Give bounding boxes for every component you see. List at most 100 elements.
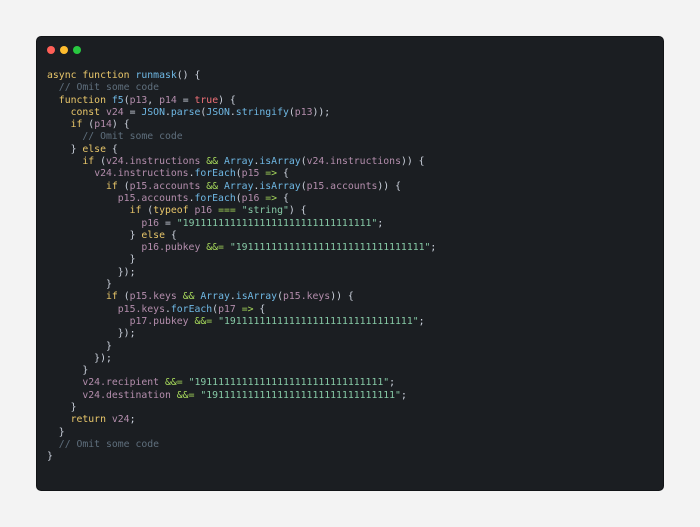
code-window: async function runmask() { // Omit some … bbox=[37, 37, 663, 490]
code-line: } bbox=[47, 402, 436, 414]
code-token: } bbox=[47, 340, 112, 352]
code-token: &&= bbox=[194, 315, 213, 327]
code-token: => bbox=[265, 168, 278, 180]
code-token: && bbox=[206, 156, 219, 168]
code-token: ; bbox=[400, 389, 407, 401]
code-token: v24 bbox=[111, 414, 130, 426]
code-token: stringify bbox=[235, 106, 289, 118]
code-token: // Omit some code bbox=[82, 131, 183, 143]
code-token: }); bbox=[47, 266, 136, 278]
code-token: )) { bbox=[330, 291, 354, 303]
code-token: if bbox=[70, 119, 89, 131]
code-token: = bbox=[159, 217, 177, 229]
code-token: isArray bbox=[259, 180, 301, 192]
code-token: }); bbox=[47, 352, 112, 364]
code-token: p16.pubkey bbox=[141, 242, 201, 254]
code-token: p14 bbox=[94, 119, 112, 131]
code-token: ; bbox=[377, 217, 384, 229]
code-line: p15.accounts.forEach(p16 => { bbox=[47, 193, 436, 205]
code-token: ) { bbox=[288, 205, 307, 217]
code-token: && bbox=[182, 291, 195, 303]
code-line: } bbox=[47, 341, 436, 353]
code-token: if bbox=[129, 205, 148, 217]
code-token: p13 bbox=[129, 94, 148, 106]
code-line: if (p15.keys && Array.isArray(p15.keys))… bbox=[47, 291, 436, 303]
code-token: { bbox=[253, 303, 266, 315]
code-token: } bbox=[47, 279, 112, 291]
code-token: typeof bbox=[153, 205, 195, 217]
code-token: &&= bbox=[206, 242, 224, 254]
code-token: } bbox=[47, 143, 83, 155]
code-token: ) { bbox=[218, 94, 236, 106]
code-token: }); bbox=[47, 328, 136, 340]
code-token: ; bbox=[389, 377, 396, 389]
code-token: ; bbox=[418, 315, 425, 327]
code-token: forEach bbox=[194, 192, 236, 204]
code-token: )) { bbox=[400, 156, 425, 168]
close-dot-icon[interactable] bbox=[47, 46, 55, 54]
code-token: true bbox=[194, 94, 219, 106]
code-token: else bbox=[82, 143, 106, 155]
code-token: { bbox=[277, 168, 289, 180]
code-token: JSON bbox=[206, 106, 230, 118]
code-token: p14 bbox=[159, 94, 177, 106]
code-token: const bbox=[70, 106, 106, 118]
code-line: } bbox=[47, 365, 436, 377]
code-token: Array bbox=[223, 180, 254, 192]
code-token: f5 bbox=[111, 94, 124, 106]
code-token: = bbox=[123, 106, 142, 118]
code-token: p16 bbox=[194, 205, 213, 217]
code-token: v24.instructions bbox=[306, 156, 401, 168]
code-token: async function bbox=[47, 70, 136, 81]
code-token: Array bbox=[223, 156, 254, 168]
code-token: => bbox=[265, 192, 278, 204]
minimize-dot-icon[interactable] bbox=[60, 46, 68, 54]
code-line: } else { bbox=[47, 144, 436, 156]
code-token: v24 bbox=[105, 106, 124, 118]
code-token: } bbox=[47, 365, 89, 377]
code-token: // Omit some code bbox=[58, 438, 160, 450]
code-token: => bbox=[241, 303, 254, 315]
code-line: } bbox=[47, 279, 436, 291]
code-token: p15 bbox=[241, 168, 260, 180]
code-token: v24.recipient bbox=[82, 377, 160, 389]
code-token: forEach bbox=[170, 303, 213, 315]
code-token: JSON bbox=[141, 106, 165, 118]
code-token: ; bbox=[129, 414, 136, 426]
code-token: return bbox=[70, 414, 112, 426]
code-token: v24.instructions bbox=[106, 156, 201, 168]
code-token: if bbox=[105, 180, 124, 192]
code-line: p17.pubkey &&= "191111111111111111111111… bbox=[47, 316, 436, 328]
code-token: )) { bbox=[377, 180, 401, 192]
code-token: &&= bbox=[164, 377, 183, 389]
code-line: if (p14) { bbox=[47, 119, 436, 131]
code-line: p16 = "19111111111111111111111111111111"… bbox=[47, 218, 436, 230]
code-line: // Omit some code bbox=[47, 439, 436, 451]
code-line: async function runmask() { bbox=[47, 70, 436, 82]
code-line: }); bbox=[47, 328, 436, 340]
code-line: } bbox=[47, 254, 436, 266]
code-line: function f5(p13, p14 = true) { bbox=[47, 95, 436, 107]
code-token: function bbox=[58, 94, 112, 106]
code-token: Array bbox=[200, 291, 230, 303]
code-token: parse bbox=[170, 106, 201, 118]
code-line: p16.pubkey &&= "191111111111111111111111… bbox=[47, 242, 436, 254]
code-token: () { bbox=[176, 70, 201, 81]
code-token: )); bbox=[312, 106, 331, 118]
code-token: p15.accounts bbox=[129, 180, 201, 192]
code-line: } else { bbox=[47, 230, 436, 242]
maximize-dot-icon[interactable] bbox=[73, 46, 81, 54]
code-token: "19111111111111111111111111111111" bbox=[218, 315, 419, 327]
